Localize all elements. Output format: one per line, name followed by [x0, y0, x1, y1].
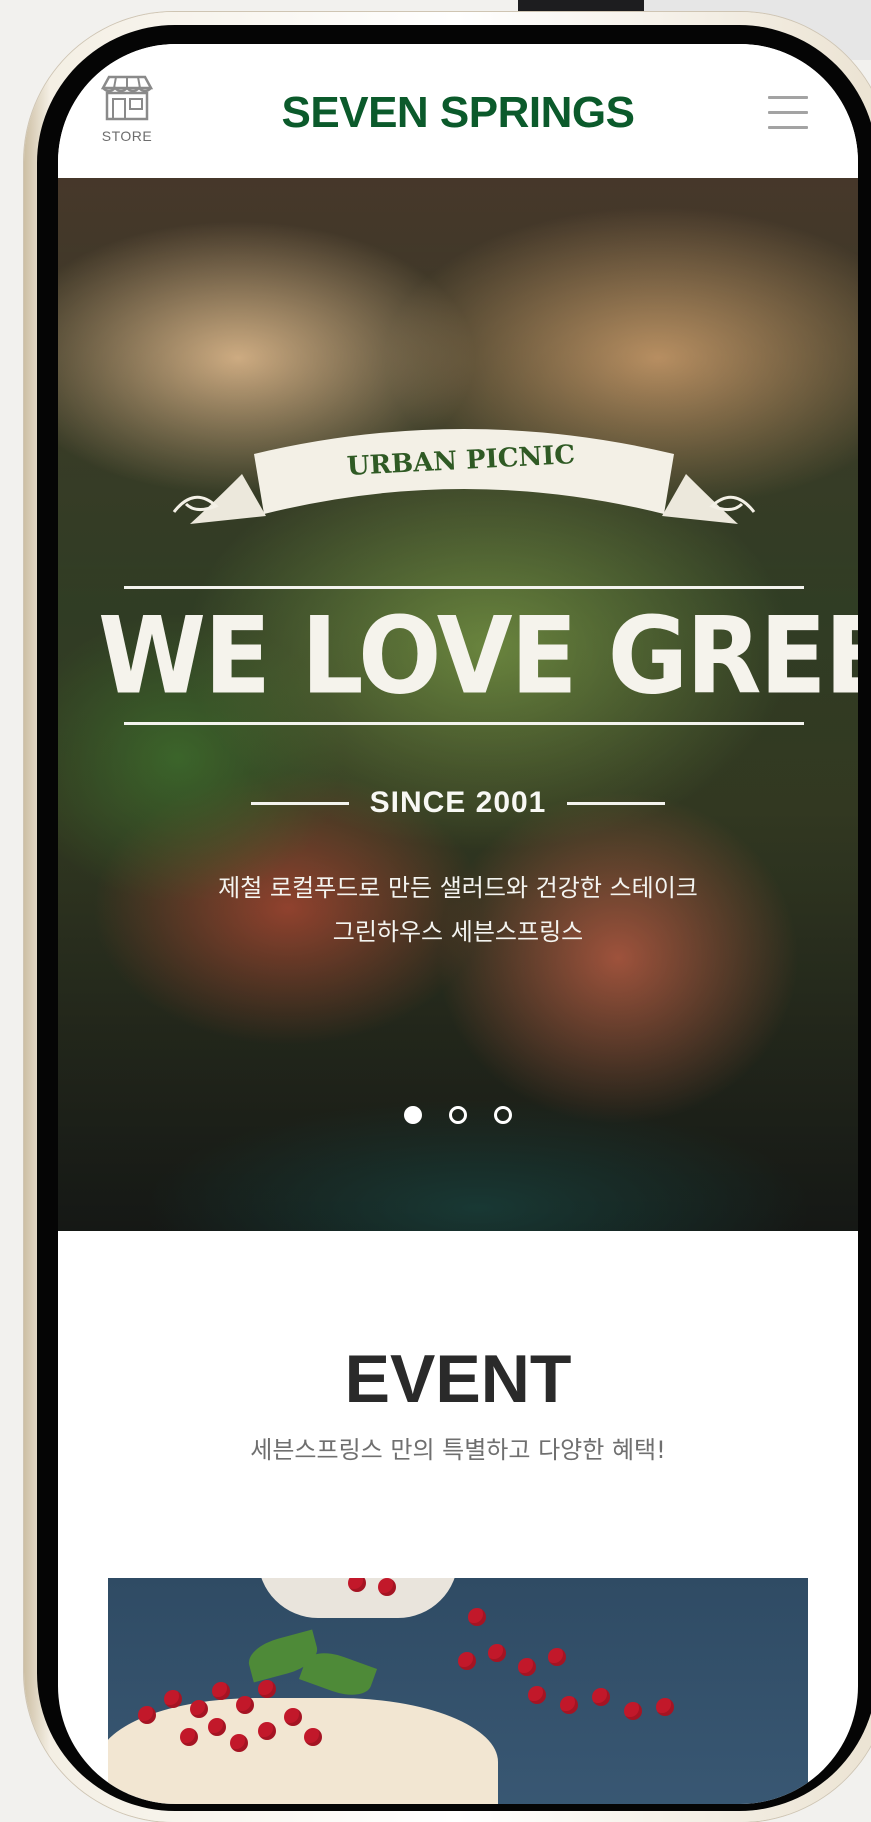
berry [468, 1608, 486, 1626]
menu-button[interactable] [768, 96, 808, 130]
site-header: STORE SEVEN SPRINGS [58, 44, 858, 178]
menu-line [768, 126, 808, 129]
berry [138, 1706, 156, 1724]
phone-screen: STORE SEVEN SPRINGS URBAN PICNIC WE LOVE… [58, 44, 858, 1804]
ribbon-banner [172, 429, 756, 524]
slide-dot-3[interactable] [494, 1106, 513, 1124]
slide-dot-2[interactable] [449, 1106, 467, 1124]
event-subtitle: 세븐스프링스 만의 특별하고 다양한 혜택! [250, 1436, 666, 1464]
berry [624, 1702, 642, 1720]
berry [548, 1648, 566, 1666]
berry [378, 1578, 396, 1596]
since-text: SINCE 2001 [369, 786, 547, 819]
berry [656, 1698, 674, 1716]
berry [592, 1688, 610, 1706]
berry [258, 1680, 276, 1698]
berry [190, 1700, 208, 1718]
since-line-left [250, 801, 349, 805]
berry [230, 1734, 248, 1752]
berry [258, 1722, 276, 1740]
berry [518, 1658, 536, 1676]
berry [208, 1718, 226, 1736]
hero-banner[interactable]: URBAN PICNIC WE LOVE GREEN SINCE 2001 제철… [58, 178, 858, 1231]
top-edge-shape [518, 0, 644, 12]
brand-logo[interactable]: SEVEN SPRINGS [58, 88, 858, 138]
since-row: SINCE 2001 [58, 786, 858, 820]
hero-description: 제철 로컬푸드로 만든 샐러드와 건강한 스테이크 그린하우스 세븐스프링스 [58, 866, 858, 954]
desc-line-2: 그린하우스 세븐스프링스 [332, 918, 584, 946]
berry [488, 1644, 506, 1662]
since-line-right [567, 801, 666, 805]
headline-rule-top [124, 586, 804, 589]
menu-line [768, 111, 808, 114]
headline-rule-bottom [124, 722, 804, 725]
event-image[interactable] [108, 1578, 808, 1804]
hamburger-menu-icon [768, 96, 808, 99]
event-title: EVENT [344, 1341, 572, 1417]
slide-pagination [58, 1106, 858, 1128]
berry [458, 1652, 476, 1670]
berry [164, 1690, 182, 1708]
berry [560, 1696, 578, 1714]
berry [180, 1728, 198, 1746]
berry [528, 1686, 546, 1704]
berry [304, 1728, 322, 1746]
cake-plate [108, 1698, 498, 1804]
berry [212, 1682, 230, 1700]
berry [284, 1708, 302, 1726]
hero-headline: WE LOVE GREEN [98, 595, 858, 719]
desc-line-1: 제철 로컬푸드로 만든 샐러드와 건강한 스테이크 [218, 874, 698, 902]
berry [236, 1696, 254, 1714]
slide-dot-1[interactable] [403, 1106, 422, 1124]
